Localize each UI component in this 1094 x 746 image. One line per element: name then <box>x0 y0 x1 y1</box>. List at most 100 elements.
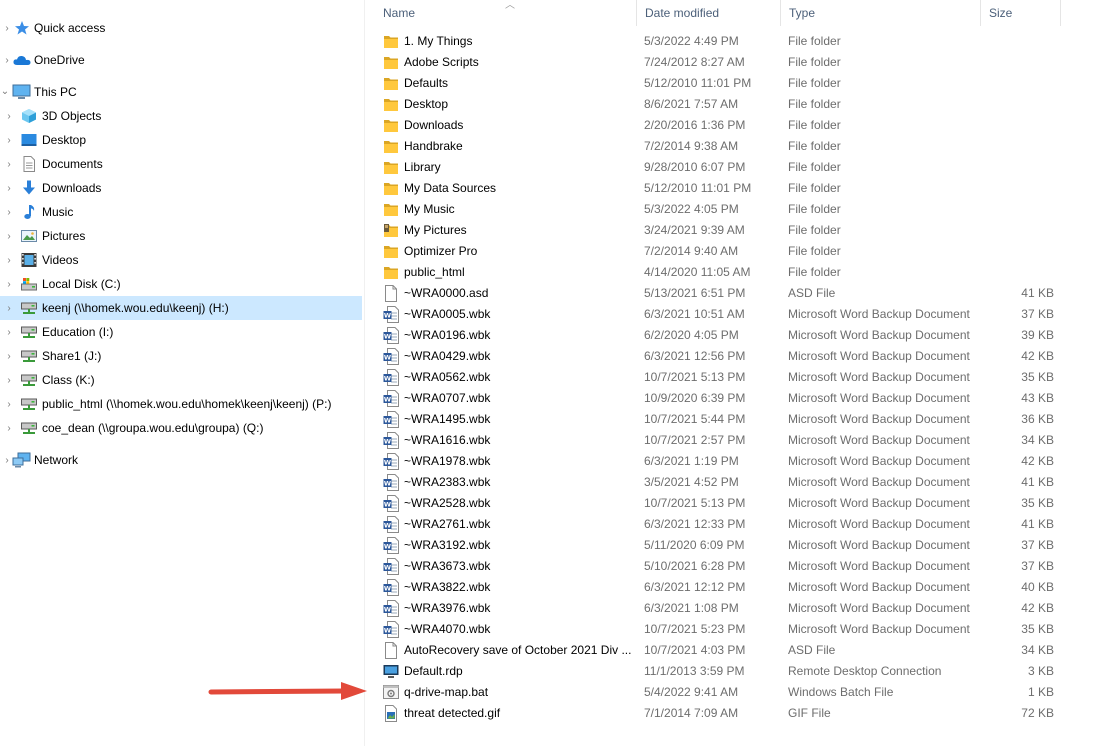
file-row[interactable]: W ~WRA0196.wbk 6/2/2020 4:05 PM Microsoft W… <box>374 325 1064 346</box>
pane-divider[interactable] <box>364 0 365 746</box>
svg-text:W: W <box>384 606 391 614</box>
file-row[interactable]: W ~WRA3192.wbk 5/11/2020 6:09 PM Microsoft … <box>374 535 1064 556</box>
chevron-right-icon[interactable]: › <box>4 255 14 266</box>
file-row[interactable]: threat detected.gif 7/1/2014 7:09 AM GIF F… <box>374 703 1064 724</box>
file-row[interactable]: W ~WRA2528.wbk 10/7/2021 5:13 PM Microsoft … <box>374 493 1064 514</box>
file-row[interactable]: Library 9/28/2010 6:07 PM File folder <box>374 157 1064 178</box>
chevron-down-icon[interactable]: ⌄ <box>0 86 10 97</box>
file-row[interactable]: W ~WRA3976.wbk 6/3/2021 1:08 PM Microsoft W… <box>374 598 1064 619</box>
blank-file-icon <box>383 642 399 659</box>
nav-item-pictures[interactable]: › Pictures <box>0 224 362 248</box>
file-type: File folder <box>788 202 841 216</box>
file-row[interactable]: AutoRecovery save of October 2021 Div ..… <box>374 640 1064 661</box>
column-divider[interactable] <box>1060 0 1061 26</box>
column-header-date-modified[interactable]: Date modified <box>636 0 780 26</box>
file-size: 34 KB <box>1021 433 1054 447</box>
folder-locked-icon <box>383 222 399 239</box>
file-row[interactable]: W ~WRA4070.wbk 10/7/2021 5:23 PM Microsoft … <box>374 619 1064 640</box>
file-row[interactable]: public_html 4/14/2020 11:05 AM File folder <box>374 262 1064 283</box>
file-row[interactable]: W ~WRA2761.wbk 6/3/2021 12:33 PM Microsoft … <box>374 514 1064 535</box>
nav-item-public-html-p[interactable]: › public_html (\\homek.wou.edu\homek\kee… <box>0 392 362 416</box>
folder-icon <box>383 138 399 155</box>
file-date-modified: 6/2/2020 4:05 PM <box>644 328 739 342</box>
file-row[interactable]: W ~WRA0429.wbk 6/3/2021 12:56 PM Microsoft … <box>374 346 1064 367</box>
column-header-type[interactable]: Type <box>780 0 980 26</box>
file-type: Microsoft Word Backup Document <box>788 307 970 321</box>
chevron-right-icon[interactable]: › <box>4 207 14 218</box>
file-row[interactable]: Optimizer Pro 7/2/2014 9:40 AM File folder <box>374 241 1064 262</box>
file-date-modified: 5/4/2022 9:41 AM <box>644 685 739 699</box>
chevron-right-icon[interactable]: › <box>2 23 12 34</box>
file-row[interactable]: W ~WRA0707.wbk 10/9/2020 6:39 PM Microsoft … <box>374 388 1064 409</box>
chevron-right-icon[interactable]: › <box>2 55 12 66</box>
file-row[interactable]: W ~WRA1616.wbk 10/7/2021 2:57 PM Microsoft … <box>374 430 1064 451</box>
nav-item-local-disk-c[interactable]: › Local Disk (C:) <box>0 272 362 296</box>
chevron-right-icon[interactable]: › <box>4 423 14 434</box>
svg-text:W: W <box>384 627 391 635</box>
file-row[interactable]: My Music 5/3/2022 4:05 PM File folder <box>374 199 1064 220</box>
column-header-name[interactable]: Name <box>374 0 636 26</box>
chevron-right-icon[interactable]: › <box>4 399 14 410</box>
file-row[interactable]: Defaults 5/12/2010 11:01 PM File folder <box>374 73 1064 94</box>
nav-onedrive[interactable]: › OneDrive <box>0 48 362 72</box>
nav-item-documents[interactable]: › Documents <box>0 152 362 176</box>
nav-item-share1-j[interactable]: › Share1 (J:) <box>0 344 362 368</box>
chevron-right-icon[interactable]: › <box>4 327 14 338</box>
network-drive-icon <box>21 326 37 338</box>
nav-item-desktop[interactable]: › Desktop <box>0 128 362 152</box>
file-row[interactable]: W ~WRA0562.wbk 10/7/2021 5:13 PM Microsoft … <box>374 367 1064 388</box>
file-row[interactable]: 1. My Things 5/3/2022 4:49 PM File folder <box>374 31 1064 52</box>
file-row[interactable]: W ~WRA1978.wbk 6/3/2021 1:19 PM Microsoft W… <box>374 451 1064 472</box>
file-row[interactable]: W ~WRA0005.wbk 6/3/2021 10:51 AM Microsoft … <box>374 304 1064 325</box>
chevron-right-icon[interactable]: › <box>4 159 14 170</box>
file-type: File folder <box>788 160 841 174</box>
chevron-right-icon[interactable]: › <box>4 231 14 242</box>
file-row[interactable]: ~WRA0000.asd 5/13/2021 6:51 PM ASD File 41 … <box>374 283 1064 304</box>
file-row[interactable]: Default.rdp 11/1/2013 3:59 PM Remote Deskt… <box>374 661 1064 682</box>
nav-item-education-i[interactable]: › Education (I:) <box>0 320 362 344</box>
nav-item-music[interactable]: › Music <box>0 200 362 224</box>
nav-this-pc[interactable]: ⌄ This PC <box>0 80 362 104</box>
column-header-size[interactable]: Size <box>980 0 1060 26</box>
nav-label: public_html (\\homek.wou.edu\homek\keenj… <box>42 397 332 411</box>
nav-item-class-k[interactable]: › Class (K:) <box>0 368 362 392</box>
file-row[interactable]: Handbrake 7/2/2014 9:38 AM File folder <box>374 136 1064 157</box>
network-drive-icon <box>21 422 37 434</box>
nav-item-videos[interactable]: › Videos <box>0 248 362 272</box>
nav-quick-access[interactable]: › Quick access <box>0 16 362 40</box>
nav-label: This PC <box>34 85 77 99</box>
file-name: Defaults <box>404 76 449 90</box>
file-row[interactable]: My Data Sources 5/12/2010 11:01 PM File fo… <box>374 178 1064 199</box>
chevron-right-icon[interactable]: › <box>2 455 12 466</box>
file-name: ~WRA4070.wbk <box>404 622 491 636</box>
chevron-right-icon[interactable]: › <box>4 111 14 122</box>
file-date-modified: 3/5/2021 4:52 PM <box>644 475 739 489</box>
file-date-modified: 5/13/2021 6:51 PM <box>644 286 746 300</box>
file-row[interactable]: Desktop 8/6/2021 7:57 AM File folder <box>374 94 1064 115</box>
chevron-right-icon[interactable]: › <box>4 183 14 194</box>
chevron-right-icon[interactable]: › <box>4 135 14 146</box>
file-name: ~WRA3192.wbk <box>404 538 491 552</box>
chevron-right-icon[interactable]: › <box>4 351 14 362</box>
chevron-right-icon[interactable]: › <box>4 375 14 386</box>
nav-item-3d-objects[interactable]: › 3D Objects <box>0 104 362 128</box>
nav-item-downloads[interactable]: › Downloads <box>0 176 362 200</box>
chevron-right-icon[interactable]: › <box>4 279 14 290</box>
nav-item-keenj-h[interactable]: › keenj (\\homek.wou.edu\keenj) (H:) <box>0 296 362 320</box>
file-row[interactable]: W ~WRA3822.wbk 6/3/2021 12:12 PM Microsoft … <box>374 577 1064 598</box>
file-row[interactable]: W ~WRA2383.wbk 3/5/2021 4:52 PM Microsoft W… <box>374 472 1064 493</box>
nav-label: Music <box>42 205 74 219</box>
file-row[interactable]: W ~WRA1495.wbk 10/7/2021 5:44 PM Microsoft … <box>374 409 1064 430</box>
file-row[interactable]: Adobe Scripts 7/24/2012 8:27 AM File folde… <box>374 52 1064 73</box>
file-name: ~WRA1616.wbk <box>404 433 491 447</box>
file-row[interactable]: W ~WRA3673.wbk 5/10/2021 6:28 PM Microsoft … <box>374 556 1064 577</box>
chevron-right-icon[interactable]: › <box>4 303 14 314</box>
file-row[interactable]: My Pictures 3/24/2021 9:39 AM File folder <box>374 220 1064 241</box>
file-row[interactable]: q-drive-map.bat 5/4/2022 9:41 AM Windows B… <box>374 682 1064 703</box>
nav-label: Pictures <box>42 229 86 243</box>
nav-item-coe-dean-q[interactable]: › coe_dean (\\groupa.wou.edu\groupa) (Q:… <box>0 416 362 440</box>
svg-text:W: W <box>384 459 391 467</box>
nav-network[interactable]: › Network <box>0 448 362 472</box>
file-row[interactable]: Downloads 2/20/2016 1:36 PM File folder <box>374 115 1064 136</box>
folder-icon <box>383 33 399 50</box>
